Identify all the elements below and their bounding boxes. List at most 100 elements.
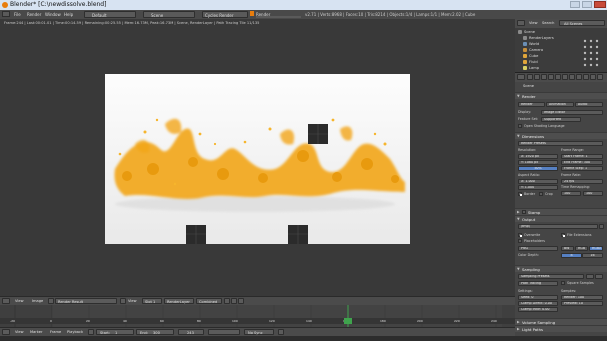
stamp-checkbox[interactable] [522,210,526,214]
image-browse-icon[interactable] [48,298,54,304]
zbuffer-icon[interactable] [238,298,244,304]
add-preset-button[interactable] [586,274,594,279]
clamp-indirect-field[interactable]: Clamp Indir: 0.00 [518,307,558,312]
editor-type-icon[interactable] [2,11,10,17]
frame-step-field[interactable]: Frame Step: 1 [561,166,603,171]
resolution-y-field[interactable]: Y: 1080 px [518,160,558,165]
color-rgb-button[interactable]: RGB [575,246,588,251]
file-extensions-checkbox[interactable] [561,233,565,237]
maximize-button[interactable] [582,1,592,8]
menu-window[interactable]: Window [45,12,61,17]
alpha-icon[interactable] [231,298,237,304]
animation-button[interactable]: Animation [546,102,574,107]
menu-view[interactable]: View [529,21,538,25]
scene-tab-icon[interactable] [541,74,547,80]
overwrite-checkbox[interactable] [518,233,522,237]
menu-view[interactable]: View [15,330,24,334]
record-icon[interactable] [88,329,94,335]
physics-tab-icon[interactable] [597,74,603,80]
aspect-y-field[interactable]: Y: 1.000 [518,185,558,190]
display-selector[interactable]: Image Editor [541,110,603,115]
display-mode-selector[interactable]: All Scenes [559,20,605,26]
end-frame-field[interactable]: End Frame: 300 [561,160,603,165]
sampling-presets-selector[interactable]: Sampling Presets [518,274,584,279]
render-engine-selector[interactable]: Cycles Render [202,11,248,18]
world-tab-icon[interactable] [548,74,554,80]
keying-icon[interactable] [278,329,284,335]
end-frame-field[interactable]: End: 300 [136,329,174,335]
menu-view[interactable]: View [15,299,24,303]
render-layer-selector[interactable]: RenderLayer [164,298,194,304]
data-tab-icon[interactable] [576,74,582,80]
editor-type-icon[interactable] [517,74,525,80]
object-tab-icon[interactable] [555,74,561,80]
menu-marker[interactable]: Marker [30,330,42,334]
menu-image[interactable]: Image [32,299,43,303]
square-samples-checkbox[interactable] [561,281,565,285]
image-name-field[interactable]: Render Result [55,298,117,304]
close-button[interactable] [594,1,606,8]
editor-type-icon[interactable] [2,298,10,304]
current-frame-marker[interactable] [344,318,352,324]
menu-help[interactable]: Help [64,12,73,17]
current-frame-field[interactable]: 243 [178,329,204,335]
feature-set-selector[interactable]: Supported [541,117,581,122]
color-bw-button[interactable]: BW [561,246,574,251]
osl-checkbox[interactable] [518,124,522,128]
view-icon[interactable] [120,298,126,304]
remap-new-field[interactable]: 100 [583,191,603,196]
menu-search[interactable]: Search [542,21,554,25]
stamp-panel-header[interactable]: ▶ Stamp [515,208,607,215]
aspect-x-field[interactable]: X: 1.000 [518,179,558,184]
resolution-percentage-slider[interactable]: 50% [518,166,558,171]
resolution-x-field[interactable]: X: 1920 px [518,154,558,159]
sampling-panel-header[interactable]: ▼ Sampling [515,265,607,272]
menu-frame[interactable]: Frame [50,330,61,334]
audio-button[interactable]: Audio [575,102,603,107]
constraints-tab-icon[interactable] [562,74,568,80]
start-frame-field[interactable]: Start Frame: 1 [561,154,603,159]
remove-preset-button[interactable] [595,274,603,279]
renderlayer-tab-icon[interactable] [534,74,540,80]
fps-selector[interactable]: 24 fps [561,179,603,184]
dimensions-panel-header[interactable]: ▼ Dimensions [515,132,607,139]
render-result-image[interactable] [105,74,410,244]
clamp-direct-field[interactable]: Clamp Direct: 0.00 [518,301,558,306]
color-rgba-button[interactable]: RGBA [589,246,603,251]
editor-type-icon[interactable] [517,20,525,26]
menu-render[interactable]: Render [27,12,41,17]
start-frame-field[interactable]: Start: 1 [96,329,134,335]
remap-old-field[interactable]: 100 [561,191,581,196]
color-depth-16-button[interactable]: 16 [582,253,603,258]
preview-samples-field[interactable]: Preview: 10 [561,301,603,306]
render-tab-icon[interactable] [527,74,533,80]
playback-controls[interactable] [208,329,240,335]
seed-field[interactable]: Seed: 0 [518,295,558,300]
scene-selector[interactable]: Scene [143,11,195,18]
menu-view-2[interactable]: View [128,299,137,303]
display-channels-icon[interactable] [224,298,230,304]
layout-selector[interactable]: Default [84,11,136,18]
file-format-selector[interactable]: PNG [518,246,558,251]
border-checkbox[interactable] [518,192,522,196]
render-button[interactable]: Render [518,102,545,107]
editor-type-icon[interactable] [2,329,10,335]
material-tab-icon[interactable] [583,74,589,80]
folder-icon[interactable] [599,224,604,229]
placeholders-checkbox[interactable] [518,239,522,243]
slot-selector[interactable]: Slot 1 [142,298,162,304]
light-paths-panel-header[interactable]: ▶ Light Paths [515,325,607,332]
output-panel-header[interactable]: ▼ Output [515,215,607,222]
minimize-button[interactable] [570,1,580,8]
crop-checkbox[interactable] [539,192,543,196]
texture-tab-icon[interactable] [590,74,596,80]
modifiers-tab-icon[interactable] [569,74,575,80]
menu-playback[interactable]: Playback [67,330,83,334]
color-depth-8-button[interactable]: 8 [561,253,582,258]
visibility-toggles[interactable] [581,30,603,70]
integrator-selector[interactable]: Path Tracing [518,281,558,286]
output-path-field[interactable]: /tmp\ [518,224,598,229]
volume-sampling-panel-header[interactable]: ▶ Volume Sampling [515,318,607,325]
pass-selector[interactable]: Combined [196,298,222,304]
menu-file[interactable]: File [14,12,21,17]
